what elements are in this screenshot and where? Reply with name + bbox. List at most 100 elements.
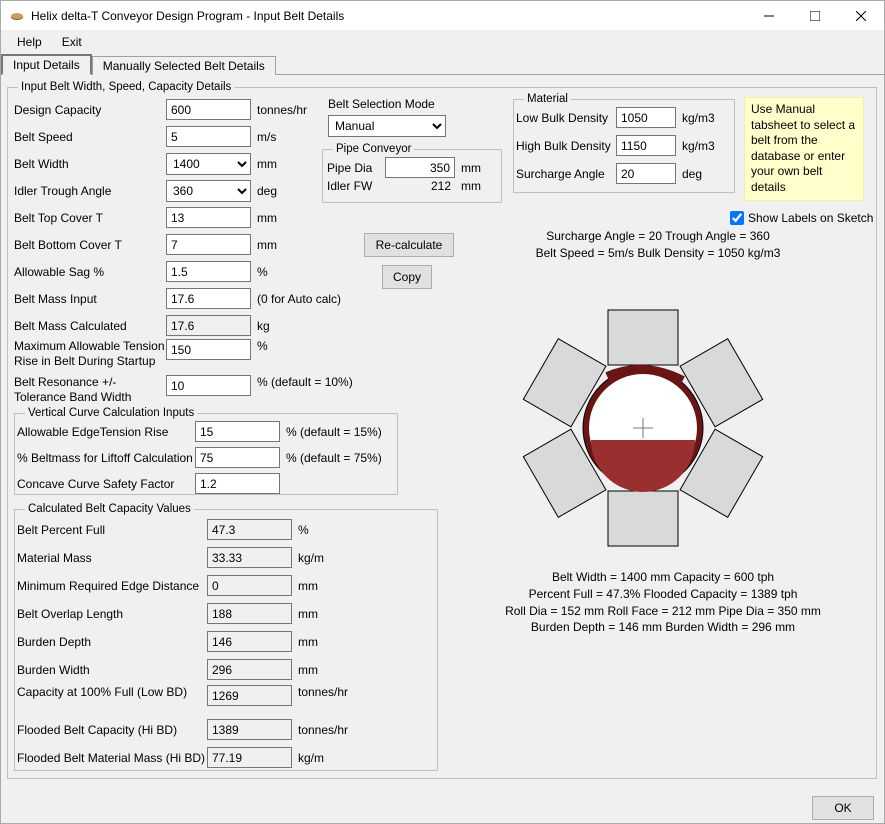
belt-top-cover-unit: mm — [257, 211, 277, 225]
show-labels-label: Show Labels on Sketch — [748, 211, 873, 225]
belt-resonance-label: Belt Resonance +/- Tolerance Band Width — [14, 375, 166, 405]
flooded-capacity-label: Flooded Belt Capacity (Hi BD) — [17, 723, 207, 737]
flooded-mass-label: Flooded Belt Material Mass (Hi BD) — [17, 751, 207, 765]
sketch-top-line2: Belt Speed = 5m/s Bulk Density = 1050 kg… — [478, 245, 838, 262]
close-button[interactable] — [838, 1, 884, 31]
content-area: Input Belt Width, Speed, Capacity Detail… — [1, 75, 884, 795]
high-bd-label: High Bulk Density — [516, 139, 616, 153]
belt-top-cover-input[interactable] — [166, 207, 251, 228]
max-tension-label: Maximum Allowable Tension Rise in Belt D… — [14, 339, 166, 369]
belt-mass-calc-label: Belt Mass Calculated — [14, 319, 166, 333]
copy-button[interactable]: Copy — [382, 265, 432, 289]
menu-help[interactable]: Help — [7, 33, 52, 51]
min-edge-dist-label: Minimum Required Edge Distance — [17, 579, 207, 593]
window-title: Helix delta-T Conveyor Design Program - … — [31, 9, 746, 23]
menubar: Help Exit — [1, 31, 884, 53]
material-mass-field — [207, 547, 292, 568]
minimize-button[interactable] — [746, 1, 792, 31]
tab-input-details[interactable]: Input Details — [1, 54, 92, 75]
high-bd-input[interactable] — [616, 135, 676, 156]
beltmass-liftoff-input[interactable] — [195, 447, 280, 468]
group-vertical-legend: Vertical Curve Calculation Inputs — [25, 407, 197, 419]
idler-fw-label: Idler FW — [327, 179, 385, 193]
overlap-length-unit: mm — [298, 607, 318, 621]
idler-trough-label: Idler Trough Angle — [14, 184, 166, 198]
titlebar: Helix delta-T Conveyor Design Program - … — [1, 1, 884, 31]
group-calculated: Calculated Belt Capacity Values Belt Per… — [14, 503, 438, 771]
sketch-top-line1: Surcharge Angle = 20 Trough Angle = 360 — [478, 228, 838, 245]
group-material-legend: Material — [524, 93, 571, 105]
manual-note: Use Manual tabsheet to select a belt fro… — [744, 97, 864, 201]
group-input-belt-legend: Input Belt Width, Speed, Capacity Detail… — [18, 81, 234, 93]
allowable-sag-unit: % — [257, 265, 268, 279]
concave-safety-input[interactable] — [195, 473, 280, 494]
belt-mass-calc-unit: kg — [257, 319, 270, 333]
burden-depth-unit: mm — [298, 635, 318, 649]
capacity-100-label: Capacity at 100% Full (Low BD) — [17, 685, 207, 700]
low-bd-label: Low Bulk Density — [516, 111, 616, 125]
belt-resonance-input[interactable] — [166, 375, 251, 396]
material-mass-label: Material Mass — [17, 551, 207, 565]
capacity-100-field — [207, 685, 292, 706]
belt-mass-input-unit: (0 for Auto calc) — [257, 292, 341, 306]
group-pipe-conveyor: Pipe Conveyor Pipe Dia mm Idler FW 212 m… — [322, 143, 502, 203]
menu-exit[interactable]: Exit — [52, 33, 92, 51]
group-input-belt: Input Belt Width, Speed, Capacity Detail… — [7, 81, 877, 779]
beltmass-liftoff-label: % Beltmass for Liftoff Calculation — [17, 451, 195, 465]
flooded-capacity-unit: tonnes/hr — [298, 723, 348, 737]
burden-width-label: Burden Width — [17, 663, 207, 677]
belt-percent-full-unit: % — [298, 523, 309, 537]
low-bd-input[interactable] — [616, 107, 676, 128]
belt-top-cover-label: Belt Top Cover T — [14, 211, 166, 225]
recalculate-button[interactable]: Re-calculate — [364, 233, 454, 257]
belt-selection-label: Belt Selection Mode — [328, 97, 488, 111]
tab-manual-belt[interactable]: Manually Selected Belt Details — [92, 56, 276, 75]
idler-fw-unit: mm — [461, 179, 481, 193]
pipe-dia-unit: mm — [461, 161, 481, 175]
belt-mass-input-input[interactable] — [166, 288, 251, 309]
show-labels-checkbox[interactable] — [730, 211, 744, 225]
max-tension-input[interactable] — [166, 339, 251, 360]
edge-tension-input[interactable] — [195, 421, 280, 442]
belt-bottom-cover-input[interactable] — [166, 234, 251, 255]
edge-tension-label: Allowable EdgeTension Rise — [17, 425, 195, 439]
sketch-bottom-line4: Burden Depth = 146 mm Burden Width = 296… — [468, 619, 858, 636]
max-tension-unit: % — [257, 339, 268, 353]
belt-resonance-unit: % (default = 10%) — [257, 375, 353, 389]
belt-width-select[interactable]: 1400 — [166, 153, 251, 175]
belt-bottom-cover-label: Belt Bottom Cover T — [14, 238, 166, 252]
idler-trough-select[interactable]: 360 — [166, 180, 251, 202]
min-edge-dist-field — [207, 575, 292, 596]
belt-mass-input-label: Belt Mass Input — [14, 292, 166, 306]
design-capacity-input[interactable] — [166, 99, 251, 120]
belt-speed-input[interactable] — [166, 126, 251, 147]
maximize-button[interactable] — [792, 1, 838, 31]
burden-depth-label: Burden Depth — [17, 635, 207, 649]
burden-depth-field — [207, 631, 292, 652]
group-vertical-curve: Vertical Curve Calculation Inputs Allowa… — [14, 407, 398, 495]
belt-width-label: Belt Width — [14, 157, 166, 171]
belt-speed-unit: m/s — [257, 130, 276, 144]
group-calculated-legend: Calculated Belt Capacity Values — [25, 503, 194, 515]
belt-bottom-cover-unit: mm — [257, 238, 277, 252]
ok-button[interactable]: OK — [812, 796, 874, 820]
app-icon — [9, 8, 25, 24]
material-mass-unit: kg/m — [298, 551, 324, 565]
pipe-dia-label: Pipe Dia — [327, 161, 385, 175]
overlap-length-label: Belt Overlap Length — [17, 607, 207, 621]
edge-tension-unit: % (default = 15%) — [286, 425, 382, 439]
pipe-dia-input[interactable] — [385, 157, 455, 178]
allowable-sag-input[interactable] — [166, 261, 251, 282]
belt-selection-select[interactable]: Manual — [328, 115, 446, 137]
allowable-sag-label: Allowable Sag % — [14, 265, 166, 279]
belt-percent-full-label: Belt Percent Full — [17, 523, 207, 537]
pipe-sketch — [518, 303, 768, 553]
surcharge-input[interactable] — [616, 163, 676, 184]
design-capacity-label: Design Capacity — [14, 103, 166, 117]
overlap-length-field — [207, 603, 292, 624]
sketch-bottom-text: Belt Width = 1400 mm Capacity = 600 tph … — [468, 569, 858, 636]
flooded-capacity-field — [207, 719, 292, 740]
burden-width-unit: mm — [298, 663, 318, 677]
capacity-100-unit: tonnes/hr — [298, 685, 348, 699]
flooded-mass-unit: kg/m — [298, 751, 324, 765]
